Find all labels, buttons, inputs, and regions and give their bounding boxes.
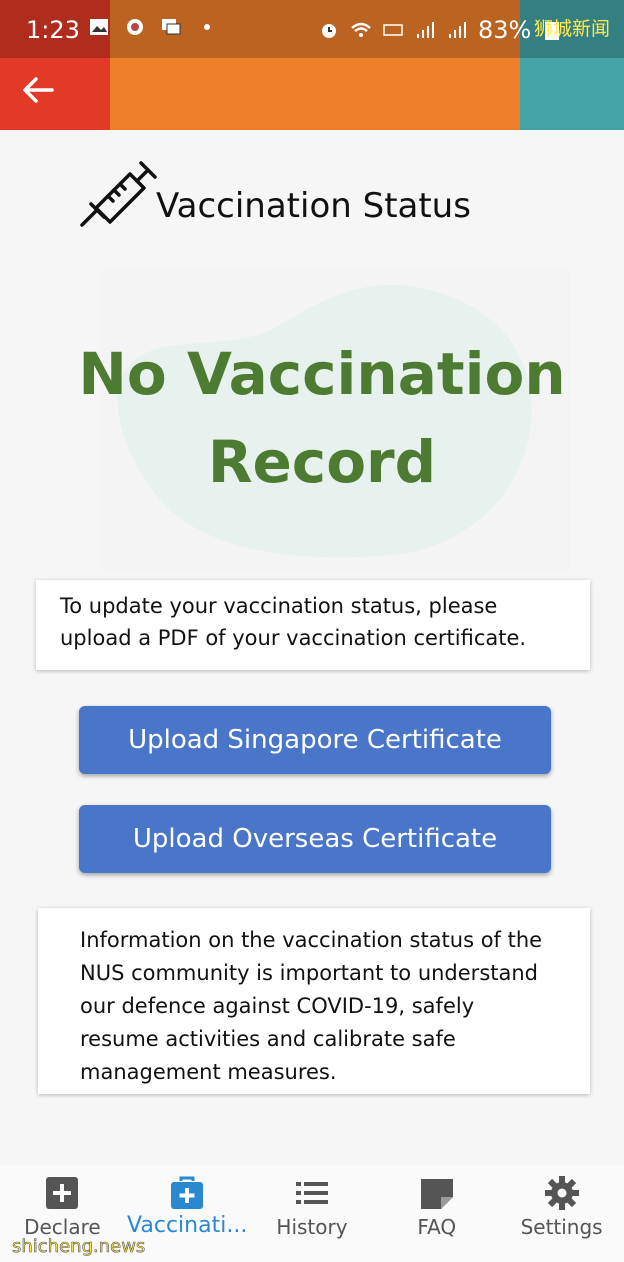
volte-icon <box>383 24 403 36</box>
nav-item-history[interactable]: History <box>250 1165 375 1262</box>
back-arrow-icon[interactable] <box>18 70 58 110</box>
alarm-icon <box>322 24 336 38</box>
info-card: Information on the vaccination status of… <box>38 908 590 1094</box>
info-text: Information on the vaccination status of… <box>80 928 543 1084</box>
gear-icon <box>544 1176 579 1210</box>
note-icon <box>420 1179 453 1209</box>
upload-singapore-certificate-button[interactable]: Upload Singapore Certificate <box>79 706 551 774</box>
upload-hint-card: To update your vaccination status, pleas… <box>36 580 590 670</box>
message-icon <box>162 19 181 35</box>
app-notification-icon <box>127 19 143 35</box>
status-time: 1:23 <box>26 16 80 44</box>
battery-percent: 83% <box>478 16 532 44</box>
signal-icon-2 <box>449 22 466 38</box>
nav-item-faq[interactable]: FAQ <box>374 1165 499 1262</box>
gallery-icon <box>90 19 108 35</box>
page-title: Vaccination Status <box>156 186 471 226</box>
nav-label-history: History <box>276 1215 348 1239</box>
page-header: Vaccination Status <box>78 148 558 232</box>
medical-kit-icon <box>171 1176 204 1209</box>
no-vaccination-record-text: No Vaccination Record <box>78 340 566 496</box>
status-bar: 1:23 83% <box>0 0 624 58</box>
upload-hint-text: To update your vaccination status, pleas… <box>60 594 527 650</box>
nav-label-faq: FAQ <box>417 1215 457 1239</box>
dot-icon <box>204 24 210 30</box>
upload-overseas-certificate-button[interactable]: Upload Overseas Certificate <box>79 805 551 873</box>
list-icon <box>295 1182 328 1204</box>
nav-label-vaccination: Vaccinati... <box>127 1213 248 1238</box>
wifi-icon <box>351 22 371 37</box>
app-bar: 1:23 83% 狮城新闻 <box>0 0 624 130</box>
plus-square-icon <box>46 1177 79 1209</box>
nav-item-settings[interactable]: Settings <box>499 1165 624 1262</box>
watermark-top: 狮城新闻 <box>533 18 610 40</box>
signal-icon <box>417 22 434 38</box>
nav-label-settings: Settings <box>520 1215 603 1239</box>
watermark-bottom: shicheng.news <box>12 1236 146 1258</box>
syringe-icon <box>80 161 157 227</box>
